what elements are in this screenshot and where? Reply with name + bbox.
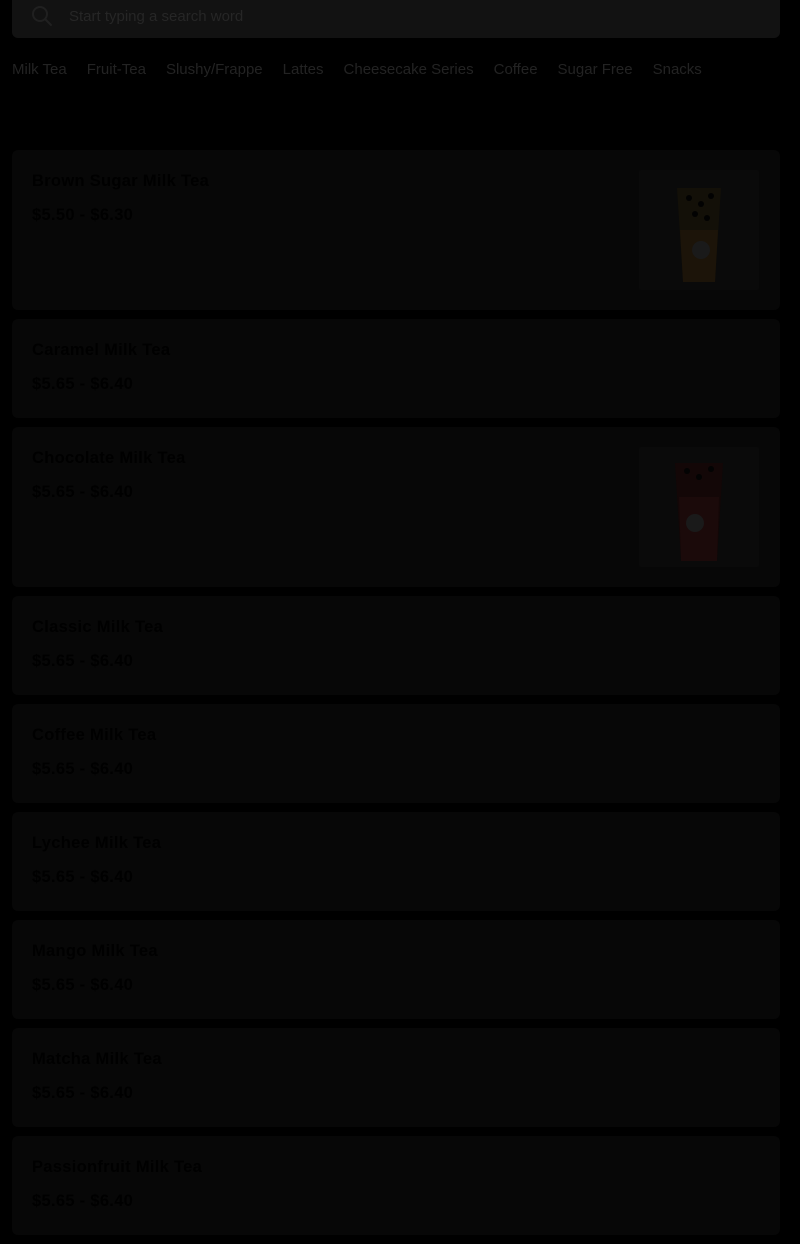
- item-image: [639, 170, 759, 290]
- tab-sugar-free[interactable]: Sugar Free: [558, 60, 633, 80]
- item-price: $5.65 - $6.40: [32, 375, 134, 393]
- tab-cheesecake-series[interactable]: Cheesecake Series: [344, 60, 474, 80]
- tab-snacks[interactable]: Snacks: [653, 60, 702, 80]
- search-bar[interactable]: [12, 0, 780, 38]
- menu-item-card[interactable]: Classic Milk Tea $5.65 - $6.40: [12, 596, 780, 695]
- menu-item-card[interactable]: Mango Milk Tea $5.65 - $6.40: [12, 920, 780, 1019]
- menu-item-card[interactable]: Caramel Milk Tea $5.65 - $6.40: [12, 319, 780, 418]
- menu-item-card[interactable]: Brown Sugar Milk Tea $5.50 - $6.30: [12, 150, 780, 310]
- item-price: $5.65 - $6.40: [32, 976, 134, 994]
- menu-item-list: Brown Sugar Milk Tea $5.50 - $6.30 Caram…: [12, 150, 780, 1244]
- item-price: $5.65 - $6.40: [32, 652, 134, 670]
- item-name: Caramel Milk Tea: [32, 341, 171, 359]
- category-nav: Milk Tea Fruit-Tea Slushy/Frappe Lattes …: [12, 60, 702, 80]
- search-input[interactable]: [67, 6, 571, 26]
- menu-item-card[interactable]: Passionfruit Milk Tea $5.65 - $6.40: [12, 1136, 780, 1235]
- tab-fruit-tea[interactable]: Fruit-Tea: [87, 60, 146, 80]
- item-name: Coffee Milk Tea: [32, 726, 157, 744]
- tab-milk-tea[interactable]: Milk Tea: [12, 60, 67, 80]
- item-name: Matcha Milk Tea: [32, 1050, 162, 1068]
- tab-coffee[interactable]: Coffee: [494, 60, 538, 80]
- menu-item-card[interactable]: Chocolate Milk Tea $5.65 - $6.40: [12, 427, 780, 587]
- item-name: Mango Milk Tea: [32, 942, 158, 960]
- menu-item-card[interactable]: Lychee Milk Tea $5.65 - $6.40: [12, 812, 780, 911]
- item-price: $5.65 - $6.40: [32, 1084, 134, 1102]
- menu-item-card[interactable]: Coffee Milk Tea $5.65 - $6.40: [12, 704, 780, 803]
- item-name: Classic Milk Tea: [32, 618, 164, 636]
- tab-slushy-frappe[interactable]: Slushy/Frappe: [166, 60, 263, 80]
- section-title: Milk Tea: [12, 101, 94, 124]
- item-name: Lychee Milk Tea: [32, 834, 162, 852]
- item-image: [639, 447, 759, 567]
- tab-lattes[interactable]: Lattes: [283, 60, 324, 80]
- menu-item-card[interactable]: Matcha Milk Tea $5.65 - $6.40: [12, 1028, 780, 1127]
- item-price: $5.65 - $6.40: [32, 868, 134, 886]
- search-icon: [30, 4, 54, 28]
- item-price: $5.65 - $6.40: [32, 1192, 134, 1210]
- item-price: $5.65 - $6.40: [32, 760, 134, 778]
- item-name: Passionfruit Milk Tea: [32, 1158, 203, 1176]
